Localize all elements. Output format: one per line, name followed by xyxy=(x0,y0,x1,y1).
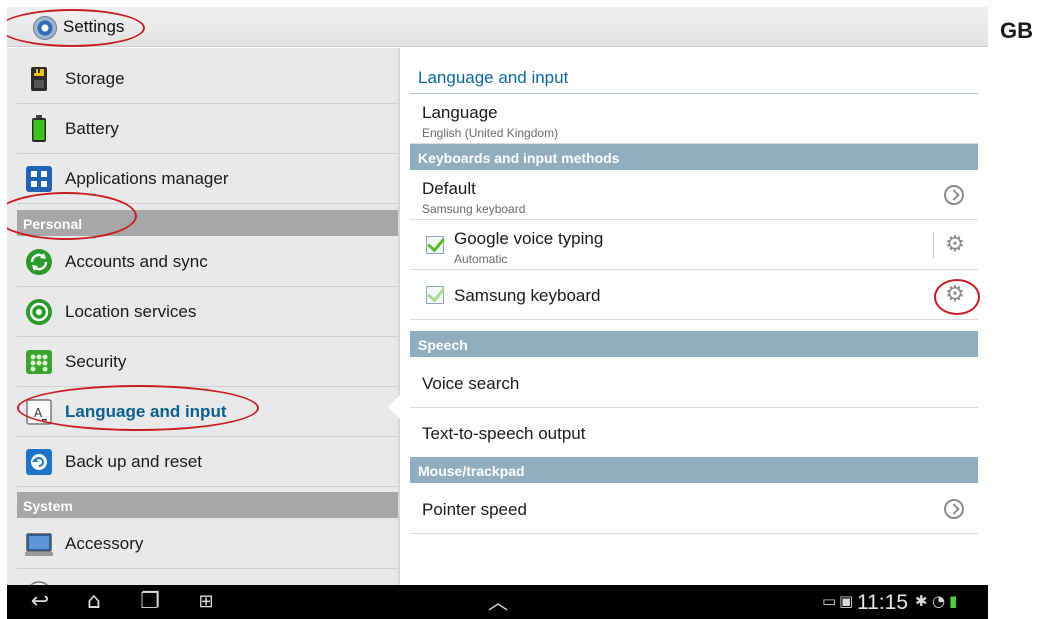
row-separator xyxy=(933,232,934,258)
sidebar-item-applications-manager[interactable]: Applications manager xyxy=(17,154,398,204)
setting-title: Samsung keyboard xyxy=(454,286,601,305)
sidebar-item-language-and-input[interactable]: A Language and input xyxy=(17,387,398,437)
wifi-icon: ◔ xyxy=(932,592,946,610)
sidebar-item-location-services[interactable]: Location services xyxy=(17,287,398,337)
section-header-personal: Personal xyxy=(17,210,398,236)
screenshot-icon[interactable]: ⊞ xyxy=(191,590,221,614)
sidebar-item-storage[interactable]: Storage xyxy=(17,54,398,104)
section-header-keyboards: Keyboards and input methods xyxy=(410,144,978,170)
sidebar-item-partial[interactable] xyxy=(17,569,398,585)
chevron-right-icon xyxy=(944,185,964,205)
home-icon[interactable]: ⌂ xyxy=(79,590,109,614)
app-title[interactable]: Settings xyxy=(63,17,124,37)
corner-label: GB xyxy=(1000,18,1033,43)
sidebar-item-security[interactable]: Security xyxy=(17,337,398,387)
action-bar: Settings xyxy=(7,7,988,47)
location-icon xyxy=(26,299,52,325)
setting-default-keyboard[interactable]: Default Samsung keyboard xyxy=(410,170,978,220)
setting-title: Voice search xyxy=(422,374,520,393)
setting-voice-search[interactable]: Voice search xyxy=(410,358,978,408)
setting-language[interactable]: Language English (United Kingdom) xyxy=(410,94,978,144)
sidebar-item-back-up-and-reset[interactable]: Back up and reset xyxy=(17,437,398,487)
system-nav-bar: ↩ ⌂ ❐ ⊞ ︿ ▭ ▣ 11:15 ✱ ◔ ▮ xyxy=(7,585,988,619)
accessory-icon xyxy=(25,533,53,556)
backup-icon xyxy=(26,449,52,475)
setting-google-voice-typing[interactable]: Google voice typing Automatic ⚙ xyxy=(410,220,978,270)
bag-notification-icon: ▣ xyxy=(839,592,854,610)
sync-icon xyxy=(26,249,52,275)
battery-icon xyxy=(32,115,46,142)
settings-icon[interactable] xyxy=(33,16,57,40)
section-header-mouse: Mouse/trackpad xyxy=(410,457,978,483)
storage-icon xyxy=(31,67,47,91)
sidebar-item-label: Security xyxy=(65,352,127,371)
setting-title: Text-to-speech output xyxy=(422,424,586,443)
recent-apps-icon[interactable]: ❐ xyxy=(135,590,165,614)
checkbox-google-voice-typing[interactable] xyxy=(426,236,444,254)
setting-summary: Samsung keyboard xyxy=(422,202,526,216)
battery-status-icon: ▮ xyxy=(949,592,958,610)
sidebar-item-label: Battery xyxy=(65,119,119,138)
setting-title: Language xyxy=(422,103,498,122)
setting-summary: English (United Kingdom) xyxy=(422,126,559,140)
sidebar-item-label: Language and input xyxy=(65,402,227,421)
apps-grid-icon xyxy=(26,166,52,192)
gear-icon[interactable]: ⚙ xyxy=(944,234,966,256)
svg-text:A: A xyxy=(34,406,43,420)
chevron-up-icon[interactable]: ︿ xyxy=(483,590,513,614)
setting-summary: Automatic xyxy=(454,252,508,266)
bluetooth-icon: ✱ xyxy=(915,592,928,610)
sidebar-item-label: Storage xyxy=(65,69,125,88)
sidebar-item-accounts-and-sync[interactable]: Accounts and sync xyxy=(17,237,398,287)
status-clock: 11:15 xyxy=(857,591,908,614)
setting-title: Pointer speed xyxy=(422,500,527,519)
sidebar-item-label: Accessory xyxy=(65,534,144,553)
sidebar-item-label: Back up and reset xyxy=(65,452,203,471)
chevron-right-icon xyxy=(944,499,964,519)
sidebar-item-accessory[interactable]: Accessory xyxy=(17,519,398,569)
setting-text-to-speech[interactable]: Text-to-speech output xyxy=(410,408,978,458)
setting-title: Default xyxy=(422,179,476,198)
section-header-system: System xyxy=(17,492,398,518)
page-title: Language and input xyxy=(418,68,569,87)
setting-title: Google voice typing xyxy=(454,229,604,248)
sidebar-item-label: Accounts and sync xyxy=(65,252,208,271)
gallery-notification-icon: ▭ xyxy=(822,592,837,610)
sidebar-item-battery[interactable]: Battery xyxy=(17,104,398,154)
setting-pointer-speed[interactable]: Pointer speed xyxy=(410,484,978,534)
language-icon: A xyxy=(26,399,52,425)
sidebar-item-label: Location services xyxy=(65,302,197,321)
tablet-screen: Settings Storage Battery Applications ma… xyxy=(7,7,988,619)
detail-pane: Language and input Language English (Uni… xyxy=(400,48,988,585)
security-icon xyxy=(26,350,52,374)
settings-sidebar: Storage Battery Applications manager Per… xyxy=(7,48,398,585)
setting-samsung-keyboard[interactable]: Samsung keyboard ⚙ xyxy=(410,270,978,320)
checkbox-samsung-keyboard[interactable] xyxy=(426,286,444,304)
back-icon[interactable]: ↩ xyxy=(25,590,55,614)
gear-icon[interactable]: ⚙ xyxy=(944,284,966,306)
sidebar-item-label: Applications manager xyxy=(65,169,229,188)
section-header-speech: Speech xyxy=(410,331,978,357)
